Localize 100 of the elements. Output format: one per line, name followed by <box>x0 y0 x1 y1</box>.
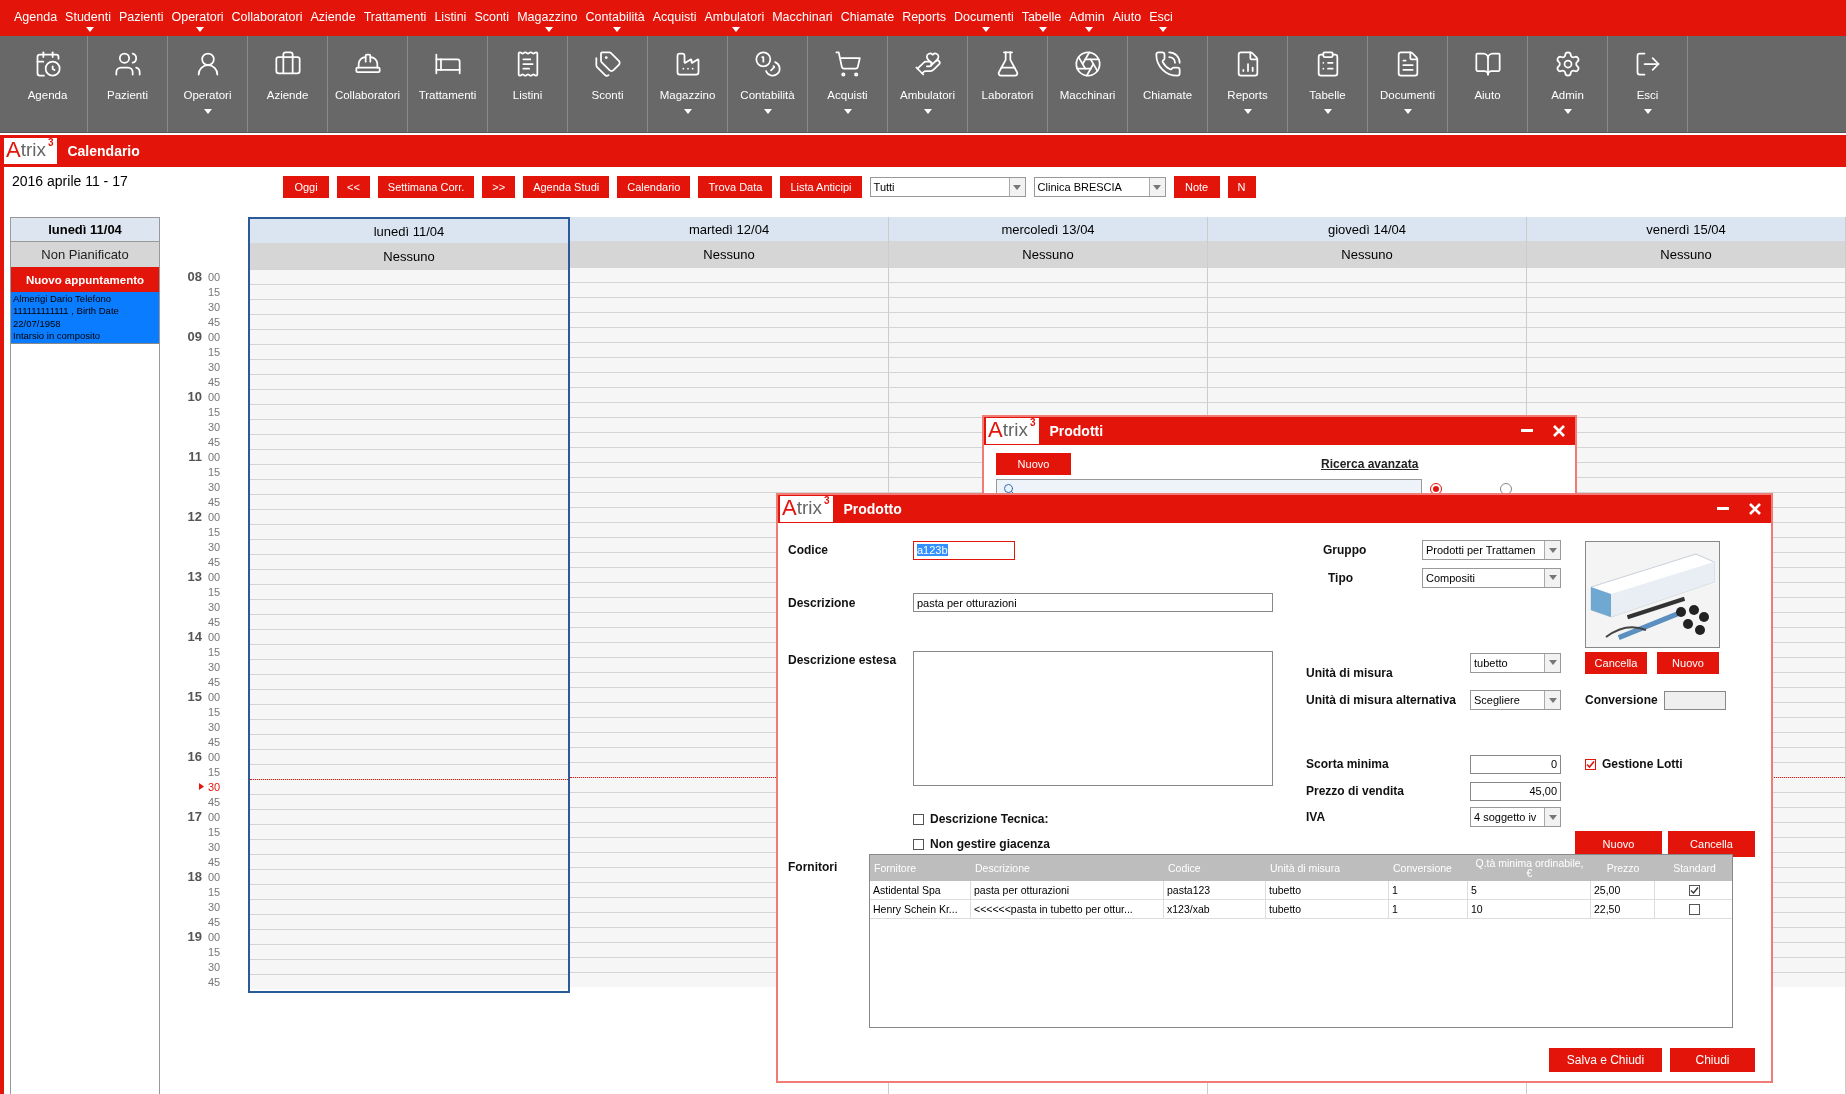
input-field[interactable]: pasta per otturazioni <box>913 593 1273 612</box>
menu-item[interactable]: Aiuto <box>1110 10 1148 32</box>
toolbar-button[interactable]: Contabilità <box>728 36 808 132</box>
menu-item[interactable]: Acquisti <box>650 10 703 32</box>
menu-item[interactable]: Agenda <box>12 10 64 32</box>
day-status: Nessuno <box>889 241 1207 267</box>
toolbar-button[interactable]: Tabelle <box>1288 36 1368 132</box>
toolbar-action[interactable]: Lista Anticipi <box>780 176 862 198</box>
dropdown[interactable]: Scegliere <box>1470 690 1561 710</box>
window-title: Calendario <box>67 143 140 159</box>
caret-icon <box>1548 660 1557 665</box>
minute-label: 45 <box>208 435 221 448</box>
toolbar-action[interactable]: Oggi <box>283 176 329 198</box>
toolbar-button[interactable]: Aiuto <box>1448 36 1528 132</box>
toolbar-action[interactable]: Note <box>1173 176 1220 198</box>
dropdown[interactable]: Clinica BRESCIA <box>1033 177 1166 197</box>
menu-item[interactable]: Documenti <box>951 10 1020 32</box>
minimize-icon[interactable] <box>1521 429 1533 433</box>
toolbar-action[interactable]: Settimana Corr. <box>377 176 475 198</box>
appointment-card[interactable]: Almerigi Dario Telefono 111111111111 , Birth Date 22/07/1958 Intarsio in composito <box>11 292 159 345</box>
day-status: Nessuno <box>1208 241 1526 267</box>
day-column[interactable]: lunedì 11/04 Nessuno <box>248 217 570 993</box>
input-field[interactable]: 0 <box>1470 754 1561 774</box>
toolbar-button[interactable]: Esci <box>1608 36 1688 132</box>
minimize-icon[interactable] <box>1717 507 1729 511</box>
toolbar-button[interactable]: Documenti <box>1368 36 1448 132</box>
toolbar-button[interactable]: Macchinari <box>1048 36 1128 132</box>
toolbar-button[interactable]: Acquisti <box>808 36 888 132</box>
minute-label: 45 <box>208 675 221 688</box>
menu-item[interactable]: Sconti <box>472 10 516 32</box>
caret-icon <box>545 27 554 32</box>
menu-item[interactable]: Studenti <box>63 10 117 32</box>
toolbar-action[interactable]: Calendario <box>617 176 691 198</box>
toolbar-button[interactable]: Listini <box>488 36 568 132</box>
toolbar-button[interactable]: Trattamenti <box>408 36 488 132</box>
toolbar-button[interactable]: Chiamate <box>1128 36 1208 132</box>
menu-item[interactable]: Operatori <box>169 10 230 32</box>
menu-item[interactable]: Magazzino <box>515 10 584 32</box>
menu-item[interactable]: Ambulatori <box>702 10 771 32</box>
dropdown[interactable]: tubetto <box>1470 652 1561 673</box>
menu-item[interactable]: Contabilità <box>583 10 651 32</box>
toolbar-button[interactable]: Reports <box>1208 36 1288 132</box>
toolbar-button[interactable]: Sconti <box>568 36 648 132</box>
image-action-button[interactable]: Cancella <box>1585 652 1647 674</box>
toolbar-action[interactable]: Agenda Studi <box>523 176 610 198</box>
toolbar-button[interactable]: Agenda <box>8 36 88 132</box>
checkbox[interactable] <box>913 813 924 825</box>
toolbar-action[interactable]: << <box>337 176 370 198</box>
minute-label: 45 <box>208 495 221 508</box>
menu-item[interactable]: Esci <box>1147 10 1179 32</box>
toolbar-button[interactable]: Ambulatori <box>888 36 968 132</box>
toolbar-button[interactable]: Laboratori <box>968 36 1048 132</box>
input-field[interactable]: 45,00 <box>1470 781 1561 801</box>
toolbar-action[interactable]: Trova Data <box>698 176 773 198</box>
close-icon[interactable] <box>1749 503 1761 515</box>
minute-label: 45 <box>208 795 221 808</box>
toolbar-button[interactable]: Pazienti <box>88 36 168 132</box>
dropdown[interactable]: Prodotti per Trattamen <box>1422 540 1561 560</box>
checkbox[interactable] <box>913 838 924 850</box>
menu-item[interactable]: Trattamenti <box>361 10 433 32</box>
menu-item[interactable]: Chiamate <box>838 10 901 32</box>
toolbar-button[interactable]: Collaboratori <box>328 36 408 132</box>
menu-item[interactable]: Tabelle <box>1019 10 1068 32</box>
appointment-text: Almerigi Dario Telefono 111111111111 , Birth Date 22/07/1958 <box>13 293 120 331</box>
minute-label: 15 <box>208 765 221 778</box>
footer-button[interactable]: Chiudi <box>1670 1048 1755 1072</box>
menu-item[interactable]: Listini <box>432 10 473 32</box>
week-label: 2016 aprile 11 - 17 <box>11 172 129 189</box>
new-button[interactable]: Nuovo <box>996 453 1071 475</box>
hour-label: 11 <box>187 449 203 464</box>
footer-button[interactable]: Salva e Chiudi <box>1549 1048 1662 1072</box>
form-button[interactable]: Cancella <box>1668 831 1755 857</box>
standard-checkbox[interactable] <box>1689 884 1700 896</box>
menu-item[interactable]: Admin <box>1067 10 1111 32</box>
field-label: Unità di misura <box>1306 666 1393 680</box>
form-button[interactable]: Nuovo <box>1575 831 1662 857</box>
toolbar-action[interactable]: >> <box>482 176 516 198</box>
input-field[interactable] <box>1663 690 1726 710</box>
dropdown[interactable]: Tutti <box>869 177 1026 197</box>
advanced-search-link[interactable]: Ricerca avanzata <box>1321 457 1419 471</box>
new-appointment-button[interactable]: Nuovo appuntamento <box>11 267 159 292</box>
text-area[interactable] <box>913 651 1273 786</box>
toolbar-button[interactable]: Magazzino <box>648 36 728 132</box>
standard-checkbox[interactable] <box>1689 903 1700 915</box>
toolbar-button[interactable]: Admin <box>1528 36 1608 132</box>
menu-item[interactable]: Collaboratori <box>229 10 309 32</box>
menu-item[interactable]: Aziende <box>308 10 362 32</box>
checkbox[interactable] <box>1585 758 1596 770</box>
toolbar-action[interactable]: N <box>1227 176 1256 198</box>
toolbar-button[interactable]: Operatori <box>168 36 248 132</box>
dropdown[interactable]: Compositi <box>1422 567 1561 588</box>
toolbar-button[interactable]: Aziende <box>248 36 328 132</box>
dropdown[interactable]: 4 soggetto iv <box>1470 807 1561 827</box>
image-action-button[interactable]: Nuovo <box>1657 652 1719 674</box>
menu-item[interactable]: Pazienti <box>117 10 170 32</box>
close-icon[interactable] <box>1553 425 1565 437</box>
menu-item[interactable]: Macchinari <box>770 10 839 32</box>
input-field[interactable]: a123b <box>913 540 1015 560</box>
menu-item[interactable]: Reports <box>900 10 952 32</box>
minute-label: 00 <box>208 270 221 283</box>
